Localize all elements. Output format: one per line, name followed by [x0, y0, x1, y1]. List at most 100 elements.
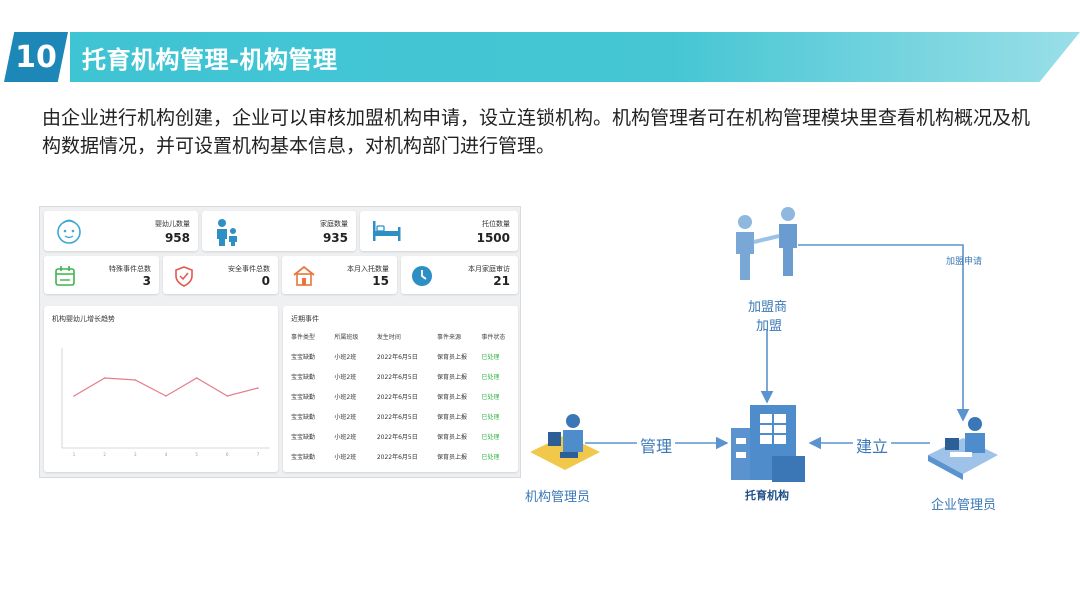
table-row[interactable]: 宝宝缺勤 小班2班 2022年6月5日 保育员上报 已处理	[291, 446, 511, 466]
table-cell: 小班2班	[334, 373, 357, 381]
apply-arrow	[798, 244, 970, 422]
table-cell: 2022年6月5日	[376, 373, 418, 381]
handshake-people-icon	[736, 207, 797, 280]
stat-label: 家庭数量	[320, 220, 348, 228]
status-cell: 已处理	[481, 353, 500, 361]
table-cell: 宝宝缺勤	[291, 433, 316, 441]
stat-label: 婴幼儿数量	[155, 220, 190, 228]
table-cell: 2022年6月5日	[376, 393, 418, 401]
x-tick-label: 5	[195, 452, 198, 457]
table-cell: 保育员上报	[437, 453, 468, 461]
table-row[interactable]: 宝宝缺勤 小班2班 2022年6月5日 保育员上报 已处理	[291, 346, 511, 366]
stat-value: 15	[372, 274, 389, 288]
stat-label: 托位数量	[482, 220, 510, 228]
table-row[interactable]: 宝宝缺勤 小班2班 2022年6月5日 保育员上报 已处理	[291, 406, 511, 426]
table-header: 事件类型 所属班级 发生时间 事件来源 事件状态	[291, 332, 511, 346]
stat-value: 21	[493, 274, 510, 288]
data-point	[165, 395, 167, 397]
building-icon	[731, 405, 805, 482]
stat-label: 特殊事件总数	[109, 265, 151, 273]
stat-card-monthly-enrollment: 本月入托数量 15	[282, 256, 397, 294]
data-point	[103, 377, 106, 379]
growth-line-chart: 1 2 3 4 5 6 7	[61, 348, 270, 457]
clock-icon	[412, 266, 432, 286]
stat-card-family-visits: 本月家庭审访 21	[401, 256, 518, 294]
series-line	[73, 377, 259, 397]
x-tick-label: 1	[73, 452, 76, 457]
table-cell: 宝宝缺勤	[291, 453, 316, 461]
events-title: 近期事件	[291, 315, 319, 323]
stat-value: 3	[142, 274, 151, 288]
x-tick-label: 7	[257, 452, 260, 457]
baby-face-icon	[57, 219, 81, 244]
stat-card-families: 家庭数量 935	[202, 211, 356, 251]
table-cell: 小班2班	[334, 353, 357, 361]
data-point	[257, 387, 259, 389]
column-header: 事件类型	[291, 334, 316, 341]
table-row[interactable]: 宝宝缺勤 小班2班 2022年6月5日 保育员上报 已处理	[291, 366, 511, 386]
org-admin-desk-icon	[530, 414, 600, 470]
table-cell: 小班2班	[334, 453, 357, 461]
table-cell: 保育员上报	[437, 433, 468, 441]
x-tick-label: 6	[226, 452, 229, 457]
status-cell: 已处理	[481, 393, 500, 401]
title-banner: 10 托育机构管理-机构管理	[0, 32, 1080, 82]
stat-label: 本月家庭审访	[468, 265, 510, 273]
column-header: 所属班级	[334, 334, 359, 341]
table-cell: 宝宝缺勤	[291, 373, 316, 381]
table-row[interactable]: 宝宝缺勤 小班2班 2022年6月5日 保育员上报 已处理	[291, 386, 511, 406]
stat-card-infants: 婴幼儿数量 958	[44, 211, 198, 251]
table-cell: 2022年6月5日	[376, 433, 418, 441]
data-point	[195, 377, 198, 379]
establish-label: 建立	[853, 433, 892, 457]
status-cell: 已处理	[481, 453, 500, 461]
table-cell: 保育员上报	[437, 373, 468, 381]
status-cell: 已处理	[481, 433, 500, 441]
x-tick-label: 3	[134, 452, 137, 457]
stat-value: 958	[164, 231, 190, 245]
calendar-icon	[55, 266, 75, 286]
description-text: 由企业进行机构创建，企业可以审核加盟机构申请，设立连锁机构。机构管理者可在机构管…	[42, 107, 1031, 157]
table-cell: 2022年6月5日	[376, 453, 418, 461]
stat-card-beds: 托位数量 1500	[360, 211, 518, 251]
x-tick-label: 2	[103, 452, 106, 457]
status-cell: 已处理	[481, 373, 500, 381]
stat-value: 1500	[476, 231, 510, 245]
dashboard-screenshot: 婴幼儿数量 958 家庭数量 935 托位数量 1500 特殊事件总数 3 安全…	[39, 206, 521, 478]
franchise-label: 加盟	[756, 319, 783, 334]
table-cell: 宝宝缺勤	[291, 393, 316, 401]
slide-title: 托育机构管理-机构管理	[82, 46, 338, 74]
manage-label: 管理	[637, 433, 676, 457]
table-cell: 保育员上报	[437, 393, 468, 401]
section-number: 10	[4, 32, 68, 82]
table-cell: 小班2班	[334, 433, 357, 441]
stat-label: 本月入托数量	[347, 265, 389, 273]
table-cell: 2022年6月5日	[376, 353, 418, 361]
table-row[interactable]: 宝宝缺勤 小班2班 2022年6月5日 保育员上报 已处理	[291, 426, 511, 446]
column-header: 事件状态	[481, 334, 506, 341]
family-icon	[217, 219, 237, 246]
apply-label: 加盟申请	[946, 257, 983, 267]
house-icon	[293, 265, 315, 286]
table-cell: 小班2班	[334, 413, 357, 421]
table-body: 宝宝缺勤 小班2班 2022年6月5日 保育员上报 已处理 宝宝缺勤 小班2班 2022年6月…	[291, 346, 511, 466]
stat-label: 安全事件总数	[228, 265, 270, 273]
stat-card-special-events: 特殊事件总数 3	[44, 256, 159, 294]
institution-label: 托育机构	[745, 489, 789, 502]
stat-card-safety-events: 安全事件总数 0	[163, 256, 278, 294]
stat-value: 935	[322, 231, 348, 245]
org-admin-label: 机构管理员	[525, 490, 591, 505]
table-cell: 2022年6月5日	[376, 413, 418, 421]
data-point	[73, 395, 75, 397]
data-point	[226, 395, 229, 397]
table-cell: 保育员上报	[437, 413, 468, 421]
table-cell: 宝宝缺勤	[291, 413, 316, 421]
shield-icon	[175, 266, 193, 287]
table-cell: 宝宝缺勤	[291, 353, 316, 361]
table-cell: 小班2班	[334, 393, 357, 401]
table-cell: 保育员上报	[437, 353, 468, 361]
recent-events-panel: 近期事件 事件类型 所属班级 发生时间 事件来源 事件状态 宝宝缺勤 小班2班 20…	[283, 306, 518, 472]
x-tick-label: 4	[165, 452, 168, 457]
column-header: 事件来源	[437, 334, 462, 341]
events-table: 事件类型 所属班级 发生时间 事件来源 事件状态 宝宝缺勤 小班2班 2022年6月…	[291, 332, 511, 466]
